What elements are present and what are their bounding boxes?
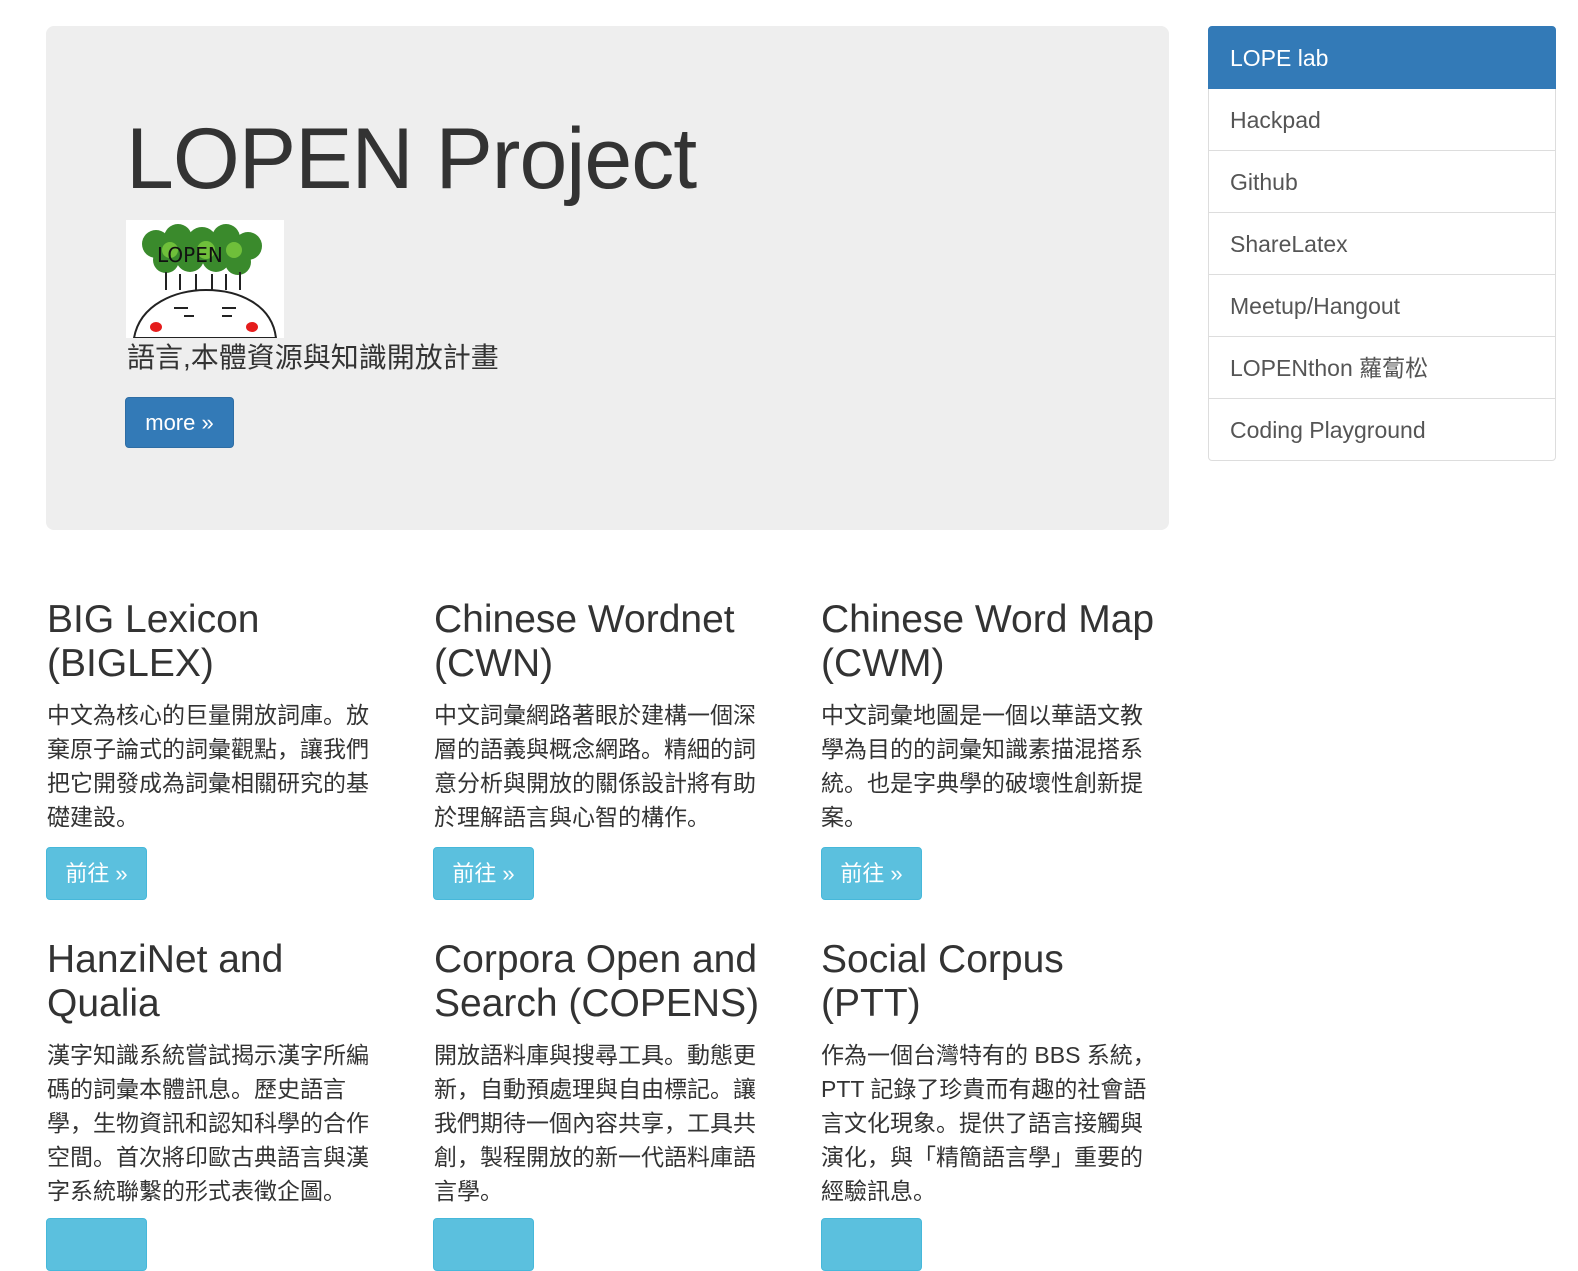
project-card-cwn: Chinese Wordnet (CWN) 中文詞彙網路著眼於建構一個深層的語義…: [434, 598, 774, 834]
project-card-ptt: Social Corpus (PTT) 作為一個台灣特有的 BBS 系統，PTT…: [821, 938, 1161, 1208]
sidebar-nav: LOPE lab Hackpad Github ShareLatex Meetu…: [1208, 26, 1556, 461]
sidebar-item-lope-lab[interactable]: LOPE lab: [1208, 26, 1556, 89]
project-text: 中文詞彙網路著眼於建構一個深層的語義與概念網路。精細的詞意分析與開放的關係設計將…: [434, 702, 756, 830]
project-title: Chinese Word Map (CWM): [821, 598, 1155, 685]
project-title: Corpora Open and Search (COPENS): [434, 938, 760, 1025]
project-card-hanzinet: HanziNet and Qualia 漢字知識系統嘗試揭示漢字所編碼的詞彙本體…: [47, 938, 387, 1208]
page-title: LOPEN Project: [126, 111, 697, 207]
svg-text:LOPEN: LOPEN: [157, 243, 223, 267]
lopen-logo: LOPEN: [126, 220, 284, 338]
project-title: Chinese Wordnet (CWN): [434, 598, 735, 685]
go-button-biglex[interactable]: 前往 »: [46, 847, 147, 900]
go-button-copens[interactable]: [433, 1218, 534, 1271]
sidebar-item-lopenthon[interactable]: LOPENthon 蘿蔔松: [1208, 336, 1556, 399]
sidebar-item-meetup-hangout[interactable]: Meetup/Hangout: [1208, 274, 1556, 337]
project-text: 中文為核心的巨量開放詞庫。放棄原子論式的詞彙觀點，讓我們把它開發成為詞彙相關研究…: [47, 702, 369, 830]
project-text: 作為一個台灣特有的 BBS 系統，PTT 記錄了珍貴而有趣的社會語言文化現象。提…: [821, 1042, 1156, 1204]
go-button-cwm[interactable]: 前往 »: [821, 847, 922, 900]
project-text: 中文詞彙地圖是一個以華語文教學為目的的詞彙知識素描混搭系統。也是字典學的破壞性創…: [821, 702, 1143, 830]
sidebar-item-github[interactable]: Github: [1208, 150, 1556, 213]
project-title: BIG Lexicon (BIGLEX): [47, 598, 260, 685]
sidebar-item-sharelatex[interactable]: ShareLatex: [1208, 212, 1556, 275]
project-card-copens: Corpora Open and Search (COPENS) 開放語料庫與搜…: [434, 938, 774, 1208]
sidebar-item-hackpad[interactable]: Hackpad: [1208, 88, 1556, 151]
project-title: HanziNet and Qualia: [47, 938, 284, 1025]
project-text: 漢字知識系統嘗試揭示漢字所編碼的詞彙本體訊息。歷史語言學，生物資訊和認知科學的合…: [47, 1042, 369, 1204]
more-button[interactable]: more »: [125, 397, 234, 448]
go-button-ptt[interactable]: [821, 1218, 922, 1271]
go-button-hanzinet[interactable]: [46, 1218, 147, 1271]
go-button-cwn[interactable]: 前往 »: [433, 847, 534, 900]
sidebar-item-coding-playground[interactable]: Coding Playground: [1208, 398, 1556, 461]
project-description: 語言,本體資源與知識開放計畫: [127, 342, 499, 373]
project-card-biglex: BIG Lexicon (BIGLEX) 中文為核心的巨量開放詞庫。放棄原子論式…: [47, 598, 387, 834]
project-card-cwm: Chinese Word Map (CWM) 中文詞彙地圖是一個以華語文教學為目…: [821, 598, 1161, 834]
project-text: 開放語料庫與搜尋工具。動態更新，自動預處理與自由標記。讓我們期待一個內容共享，工…: [434, 1042, 756, 1204]
project-title: Social Corpus (PTT): [821, 938, 1064, 1025]
jumbotron: LOPEN Project LOPEN 語言,本體資源與知識開放計畫 more …: [46, 26, 1169, 530]
